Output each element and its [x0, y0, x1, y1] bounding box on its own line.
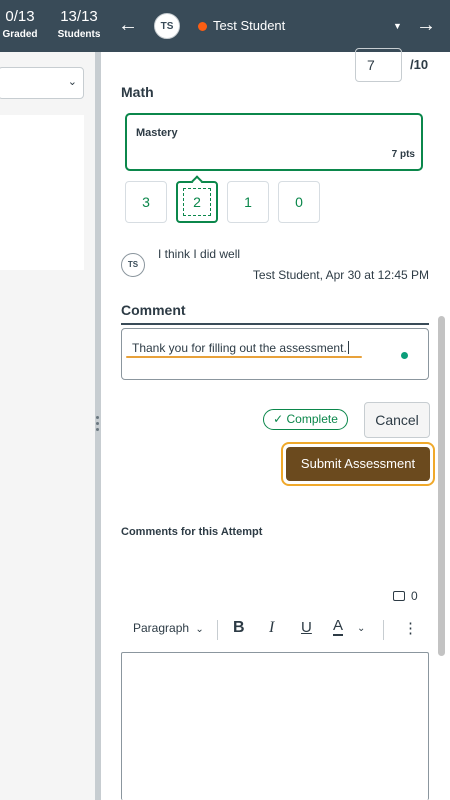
rich-text-editor[interactable]: [121, 652, 429, 800]
attachment-select[interactable]: ⌄: [0, 67, 84, 99]
drag-handle-icon[interactable]: [96, 416, 99, 434]
score-total: /10: [410, 57, 429, 72]
arrow-right-icon: →: [416, 14, 436, 36]
rating-name: Mastery: [136, 127, 178, 139]
chevron-down-icon: ⌄: [67, 76, 77, 88]
scrollbar[interactable]: [438, 316, 445, 656]
score-input[interactable]: 7: [355, 48, 402, 82]
text-color-button[interactable]: A: [333, 618, 344, 636]
status-dot-icon: [198, 22, 207, 31]
document-preview: [0, 115, 84, 270]
selected-rating-card: Mastery 7 pts: [125, 113, 423, 171]
rating-button-0[interactable]: 0: [278, 181, 320, 223]
italic-button[interactable]: I: [269, 619, 274, 637]
bold-button[interactable]: B: [233, 619, 245, 637]
check-icon: ✓: [273, 412, 284, 426]
underline-button[interactable]: U: [301, 619, 312, 636]
complete-label: Complete: [286, 412, 338, 426]
next-student-button[interactable]: →: [414, 13, 438, 37]
chevron-down-icon[interactable]: ⌄: [357, 623, 365, 634]
comment-author-avatar: TS: [121, 253, 145, 277]
submission-preview-panel: ⌄: [0, 52, 95, 800]
comment-textarea[interactable]: Thank you for filling out the assessment…: [121, 328, 429, 380]
attempt-comments-label: Comments for this Attempt: [121, 526, 263, 538]
students-count: 13/13: [60, 8, 98, 25]
toolbar-divider: [217, 620, 218, 640]
more-options-button[interactable]: ⋮: [403, 619, 418, 637]
top-bar: 0/13 Graded 13/13 Students ← TS Test Stu…: [0, 0, 450, 52]
criterion-title: Math: [121, 84, 154, 100]
students-stat: 13/13 Students: [56, 8, 102, 42]
chevron-down-icon: ⌄: [195, 624, 204, 635]
comment-count[interactable]: 0: [393, 589, 418, 603]
rating-button-2[interactable]: 2: [176, 175, 218, 223]
graded-count: 0/13: [5, 8, 35, 25]
block-format-dropdown[interactable]: Paragraph ⌄: [133, 621, 204, 635]
toolbar-divider: [383, 620, 384, 640]
grammar-check-icon[interactable]: [401, 352, 408, 359]
caret-down-icon[interactable]: ▼: [393, 17, 402, 35]
arrow-left-icon: ←: [118, 14, 138, 36]
student-avatar[interactable]: TS: [154, 13, 180, 39]
rating-button-label: 2: [183, 188, 211, 216]
spellcheck-underline: [126, 356, 362, 358]
comment-count-value: 0: [411, 589, 418, 603]
cancel-button[interactable]: Cancel: [364, 402, 430, 438]
editor-toolbar: Paragraph ⌄ B I U A ⌄ ⋮: [121, 615, 429, 645]
rating-button-3[interactable]: 3: [125, 181, 167, 223]
rating-button-1[interactable]: 1: [227, 181, 269, 223]
previous-student-button[interactable]: ←: [116, 13, 140, 37]
comment-bubble-icon: [393, 591, 405, 601]
graded-stat: 0/13 Graded: [0, 8, 40, 42]
graded-label: Graded: [2, 29, 38, 40]
submit-assessment-button[interactable]: Submit Assessment: [286, 447, 430, 481]
submission-comment-meta: Test Student, Apr 30 at 12:45 PM: [252, 268, 429, 282]
comment-value: Thank you for filling out the assessment…: [132, 341, 349, 355]
comment-label-underline: [121, 323, 429, 325]
complete-status-pill: ✓ Complete: [263, 409, 348, 430]
rating-points: 7 pts: [391, 149, 415, 160]
comment-label: Comment: [121, 302, 186, 318]
students-label: Students: [57, 29, 101, 40]
student-selector[interactable]: Test Student: [213, 17, 285, 35]
submission-comment-text: I think I did well: [158, 247, 241, 261]
text-cursor: [347, 341, 349, 354]
